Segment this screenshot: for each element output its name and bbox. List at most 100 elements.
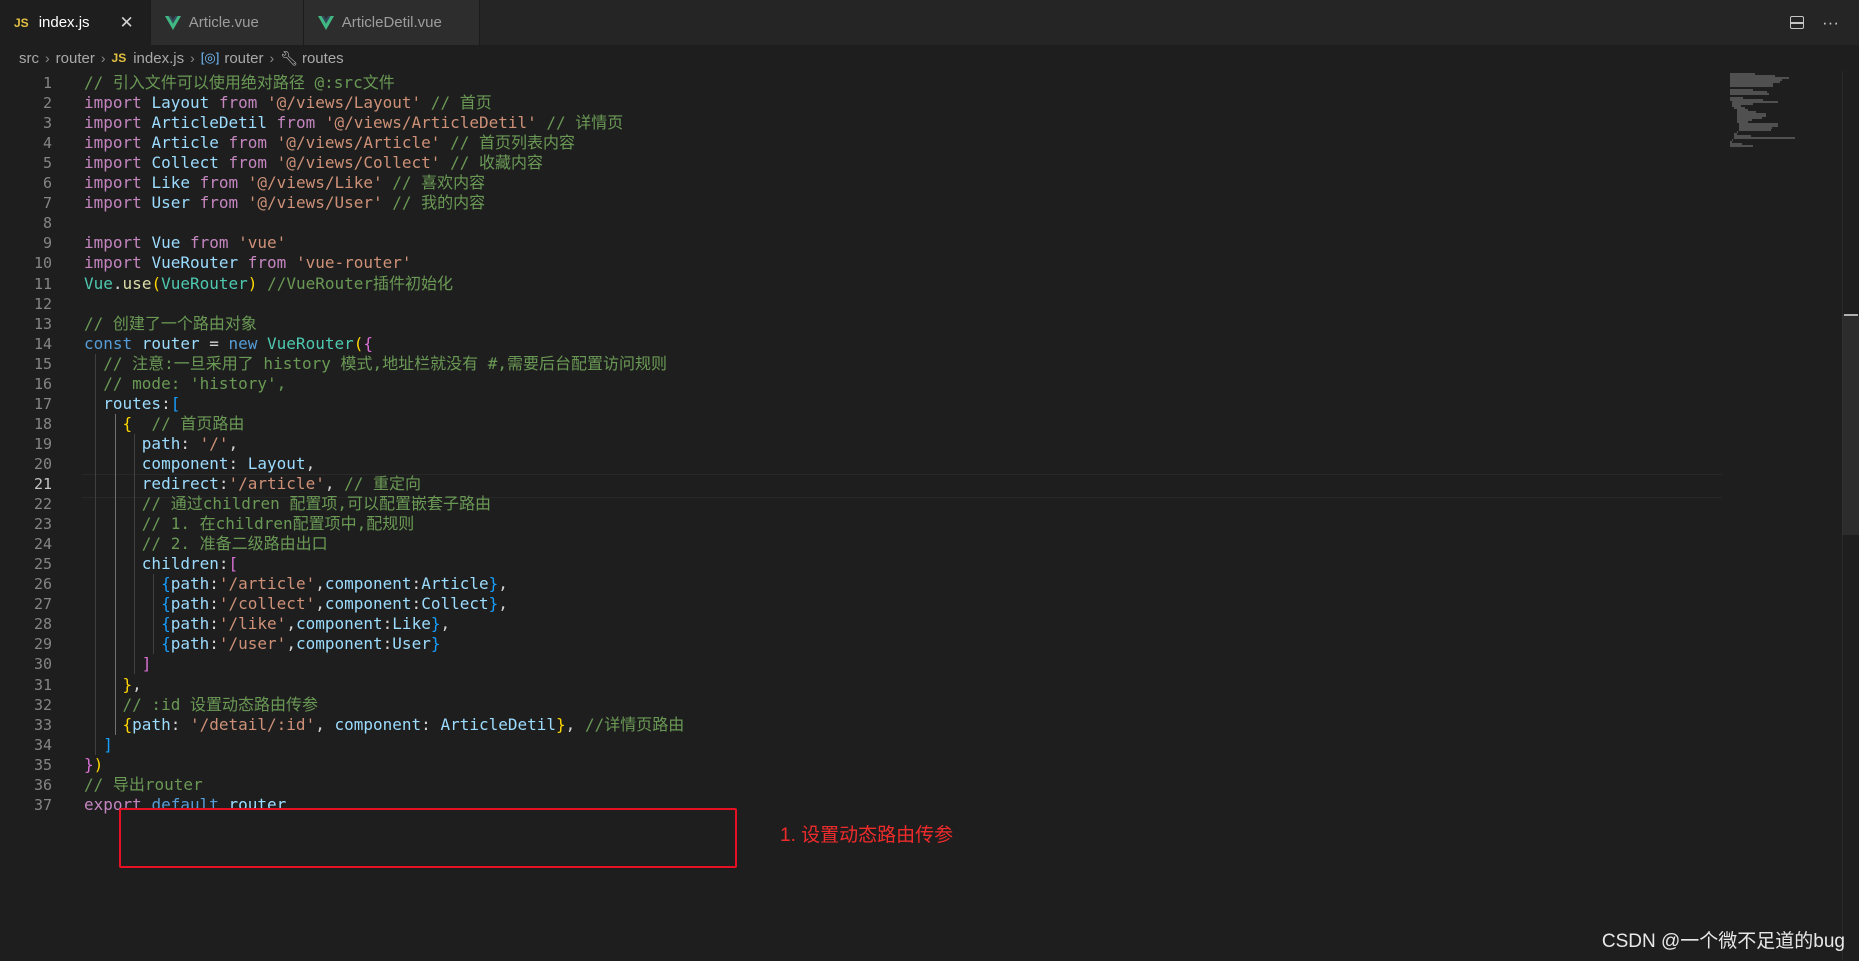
js-file-icon: JS bbox=[14, 15, 29, 30]
code-line[interactable]: 2 import Layout from '@/views/Layout' // … bbox=[0, 93, 1725, 113]
vue-file-icon bbox=[317, 15, 334, 30]
code-token: import bbox=[84, 133, 152, 153]
code-line[interactable]: 23 // 1. 在children配置项中,配规则 bbox=[0, 514, 1725, 534]
code-line[interactable]: 16 // mode: 'history', bbox=[0, 374, 1725, 394]
code-line[interactable]: 21 redirect:'/article', // 重定向 bbox=[0, 474, 1725, 498]
tab-index-js[interactable]: JS index.js ✕ bbox=[0, 0, 151, 45]
property-wrench-icon: 🔧︎ bbox=[280, 49, 298, 66]
code-line[interactable]: 10 import VueRouter from 'vue-router' bbox=[0, 253, 1725, 273]
code-line[interactable]: 4 import Article from '@/views/Article' /… bbox=[0, 133, 1725, 153]
code-line[interactable]: 35}) bbox=[0, 755, 1725, 775]
code-line[interactable]: 25 children:[ bbox=[0, 554, 1725, 574]
code-token: from bbox=[218, 93, 268, 113]
breadcrumb-item-router-symbol[interactable]: router bbox=[224, 50, 263, 67]
code-token: path bbox=[170, 614, 210, 634]
code-token: : bbox=[218, 474, 229, 493]
line-number: 13 bbox=[33, 314, 52, 333]
code-line[interactable]: 12 bbox=[0, 294, 1725, 314]
code-line[interactable]: 15 // 注意:一旦采用了 history 模式,地址栏就没有 #,需要后台配… bbox=[0, 354, 1725, 374]
breadcrumb-item-router-folder[interactable]: router bbox=[56, 50, 95, 67]
code-line[interactable]: 18 { // 首页路由 bbox=[0, 414, 1725, 434]
code-token: // 详情页 bbox=[536, 113, 624, 133]
code-text: }, bbox=[84, 675, 142, 695]
code-token: const bbox=[84, 333, 142, 353]
code-line[interactable]: 28 {path:'/like',component:Like}, bbox=[0, 614, 1725, 634]
code-line[interactable]: 22 // 通过children 配置项,可以配置嵌套子路由 bbox=[0, 494, 1725, 514]
code-token: '/' bbox=[199, 433, 229, 453]
code-token: [ bbox=[228, 554, 239, 574]
minimap[interactable] bbox=[1727, 71, 1827, 151]
code-line[interactable]: 36 // 导出router bbox=[0, 775, 1725, 795]
code-token: ArticleDetil bbox=[151, 113, 277, 133]
close-icon[interactable]: ✕ bbox=[120, 13, 134, 33]
code-token: //VueRouter插件初始化 bbox=[257, 273, 454, 293]
code-token: router bbox=[141, 333, 200, 353]
code-line[interactable]: 14 const router = new VueRouter({ bbox=[0, 334, 1725, 354]
code-token: '@/views/Layout' bbox=[267, 93, 422, 113]
code-line[interactable]: 17 routes:[ bbox=[0, 394, 1725, 414]
code-line[interactable]: 31 }, bbox=[0, 675, 1725, 695]
chevron-right-icon: › bbox=[45, 50, 50, 66]
code-text: {path:'/article',component:Article}, bbox=[84, 574, 508, 594]
breadcrumb-item-src[interactable]: src bbox=[19, 50, 39, 67]
code-line[interactable]: 26 {path:'/article',component:Article}, bbox=[0, 574, 1725, 594]
line-number: 15 bbox=[33, 354, 52, 373]
code-text: import ArticleDetil from '@/views/Articl… bbox=[84, 113, 623, 133]
line-number: 36 bbox=[33, 775, 52, 794]
line-number: 14 bbox=[33, 334, 52, 353]
code-line[interactable]: 9 import Vue from 'vue' bbox=[0, 233, 1725, 253]
code-text: Vue.use(VueRouter) //VueRouter插件初始化 bbox=[84, 274, 453, 294]
code-token: from bbox=[189, 233, 239, 253]
breadcrumb-item-file[interactable]: index.js bbox=[133, 50, 184, 67]
tab-article-vue[interactable]: Article.vue bbox=[150, 0, 304, 45]
code-line[interactable]: 1 // 引入文件可以使用绝对路径 @:src文件 bbox=[0, 73, 1725, 93]
minimap-line bbox=[1730, 93, 1769, 95]
indent-guide bbox=[95, 353, 97, 755]
code-line[interactable]: 33 {path: '/detail/:id', component: Arti… bbox=[0, 715, 1725, 735]
code-token: ( bbox=[353, 333, 364, 353]
code-token: component bbox=[295, 634, 383, 654]
code-line[interactable]: 27 {path:'/collect',component:Collect}, bbox=[0, 594, 1725, 614]
js-file-icon: JS bbox=[111, 51, 127, 65]
scrollbar-thumb[interactable] bbox=[1842, 315, 1859, 535]
code-text: // :id 设置动态路由传参 bbox=[84, 695, 318, 715]
line-number: 29 bbox=[33, 635, 52, 654]
code-token: // 导出router bbox=[84, 774, 203, 794]
code-token: from bbox=[247, 253, 296, 273]
code-token: // 喜欢内容 bbox=[382, 173, 486, 193]
code-line[interactable]: 7 import User from '@/views/User' // 我的内容 bbox=[0, 193, 1725, 213]
code-token: // :id 设置动态路由传参 bbox=[84, 694, 318, 714]
breadcrumb-item-routes[interactable]: routes bbox=[302, 50, 344, 67]
code-token: , bbox=[228, 433, 239, 453]
code-text: children:[ bbox=[84, 554, 238, 574]
code-line[interactable]: 8 bbox=[0, 213, 1725, 233]
code-line[interactable]: 24 // 2. 准备二级路由出口 bbox=[0, 534, 1725, 554]
code-token: [ bbox=[170, 393, 181, 413]
code-line[interactable]: 13 // 创建了一个路由对象 bbox=[0, 314, 1725, 334]
code-line[interactable]: 34 ] bbox=[0, 735, 1725, 755]
line-number: 1 bbox=[42, 74, 52, 92]
code-line[interactable]: 5 import Collect from '@/views/Collect' /… bbox=[0, 153, 1725, 173]
vue-file-icon bbox=[164, 15, 181, 30]
code-token: '@/views/Collect' bbox=[276, 153, 441, 173]
code-line[interactable]: 19 path: '/', bbox=[0, 434, 1725, 454]
code-line[interactable]: 6 import Like from '@/views/Like' // 喜欢内容 bbox=[0, 173, 1725, 193]
code-line[interactable]: 11 Vue.use(VueRouter) //VueRouter插件初始化 bbox=[0, 274, 1725, 294]
code-line[interactable]: 20 component: Layout, bbox=[0, 454, 1725, 474]
code-token: : bbox=[411, 574, 422, 594]
code-line[interactable]: 32 // :id 设置动态路由传参 bbox=[0, 695, 1725, 715]
code-token: ArticleDetil bbox=[440, 714, 557, 734]
line-number: 5 bbox=[42, 154, 52, 173]
more-actions-icon[interactable]: ··· bbox=[1822, 13, 1839, 33]
split-editor-icon[interactable] bbox=[1790, 16, 1805, 29]
annotation-label: 1. 设置动态路由传参 bbox=[780, 825, 954, 846]
code-line[interactable]: 29 {path:'/user',component:User} bbox=[0, 634, 1725, 654]
code-token: { bbox=[84, 634, 171, 654]
code-token: path bbox=[132, 714, 171, 734]
code-token: import bbox=[84, 193, 152, 213]
tab-articledetil-vue[interactable]: ArticleDetil.vue bbox=[303, 0, 480, 45]
code-line[interactable]: 30 ] bbox=[0, 654, 1725, 674]
code-text: import User from '@/views/User' // 我的内容 bbox=[84, 193, 485, 213]
code-line[interactable]: 3 import ArticleDetil from '@/views/Artic… bbox=[0, 113, 1725, 133]
line-number: 23 bbox=[33, 515, 52, 534]
